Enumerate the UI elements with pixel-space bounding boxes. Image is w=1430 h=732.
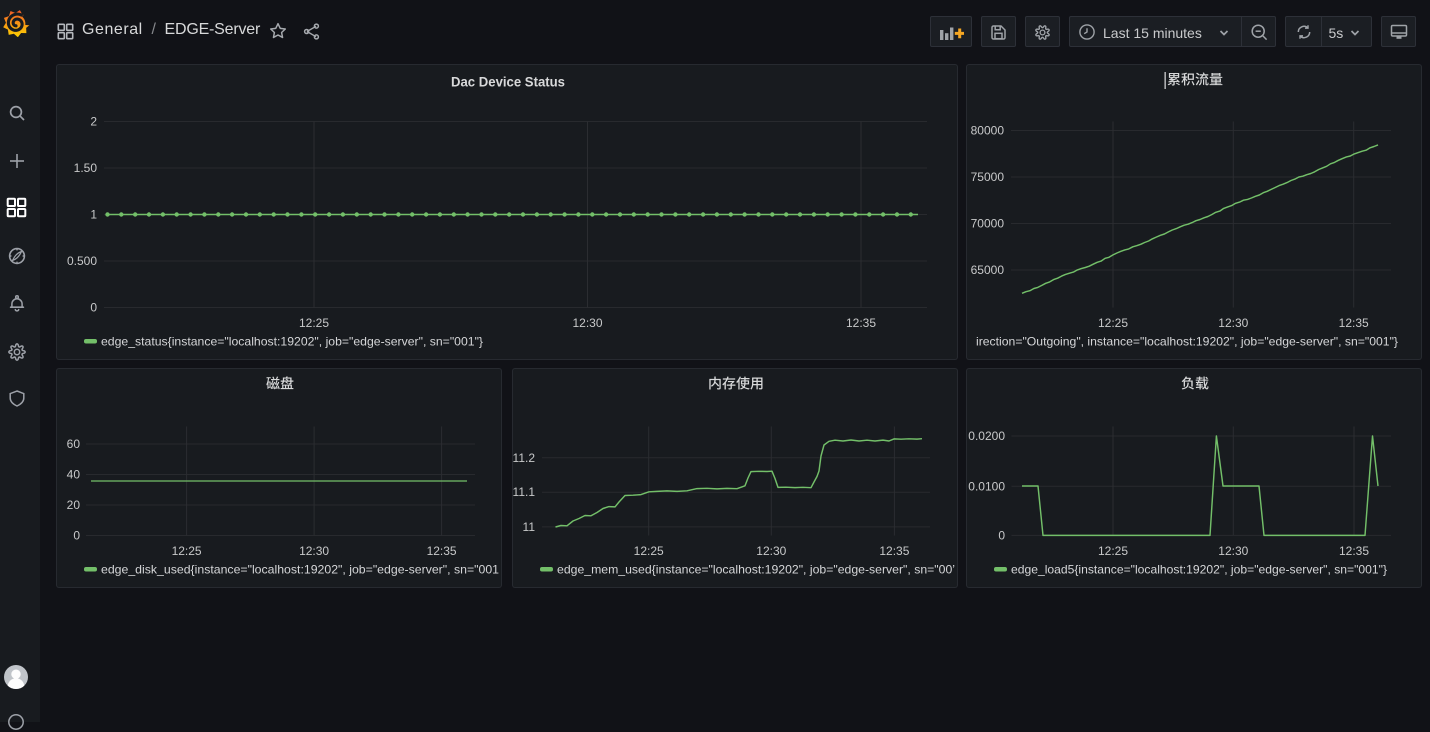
svg-text:12:30: 12:30 <box>572 316 602 330</box>
svg-text:12:25: 12:25 <box>172 544 202 558</box>
svg-text:edge_disk_used{instance="local: edge_disk_used{instance="localhost:19202… <box>101 563 499 577</box>
svg-text:0: 0 <box>90 301 97 315</box>
svg-text:12:25: 12:25 <box>634 544 664 558</box>
svg-text:12:30: 12:30 <box>1218 316 1248 330</box>
svg-text:11.2: 11.2 <box>513 451 535 465</box>
svg-text:70000: 70000 <box>971 217 1005 231</box>
svg-text:12:30: 12:30 <box>756 544 786 558</box>
svg-text:40: 40 <box>67 468 81 482</box>
svg-text:2: 2 <box>90 115 97 129</box>
svg-text:irection="Outgoing", instance=: irection="Outgoing", instance="localhost… <box>976 335 1398 349</box>
svg-text:0.0200: 0.0200 <box>968 429 1005 443</box>
svg-text:20: 20 <box>67 498 81 512</box>
svg-text:edge_status{instance="localhos: edge_status{instance="localhost:19202", … <box>101 335 483 349</box>
svg-text:12:35: 12:35 <box>427 544 457 558</box>
svg-text:12:25: 12:25 <box>1098 316 1128 330</box>
svg-text:1.50: 1.50 <box>74 161 98 175</box>
svg-text:65000: 65000 <box>971 263 1005 277</box>
svg-text:edge_load5{instance="localhost: edge_load5{instance="localhost:19202", j… <box>1011 563 1387 577</box>
svg-text:0.500: 0.500 <box>67 254 97 268</box>
svg-text:12:30: 12:30 <box>299 544 329 558</box>
svg-text:12:35: 12:35 <box>1339 544 1369 558</box>
svg-text:12:25: 12:25 <box>299 316 329 330</box>
svg-text:12:35: 12:35 <box>846 316 876 330</box>
svg-text:12:25: 12:25 <box>1098 544 1128 558</box>
svg-text:11: 11 <box>523 520 536 534</box>
svg-text:1: 1 <box>90 208 97 222</box>
svg-text:edge_mem_used{instance="localh: edge_mem_used{instance="localhost:19202"… <box>557 563 955 577</box>
svg-text:12:35: 12:35 <box>879 544 909 558</box>
svg-text:Dac Device Status: Dac Device Status <box>451 74 565 90</box>
svg-text:11.1: 11.1 <box>513 485 535 499</box>
svg-text:75000: 75000 <box>971 170 1005 184</box>
svg-text:80000: 80000 <box>971 124 1005 138</box>
svg-text:60: 60 <box>67 437 81 451</box>
svg-text:12:35: 12:35 <box>1339 316 1369 330</box>
svg-text:0: 0 <box>998 528 1005 542</box>
svg-text:0: 0 <box>73 529 80 543</box>
svg-text:0.0100: 0.0100 <box>968 479 1005 493</box>
svg-text:12:30: 12:30 <box>1218 544 1248 558</box>
